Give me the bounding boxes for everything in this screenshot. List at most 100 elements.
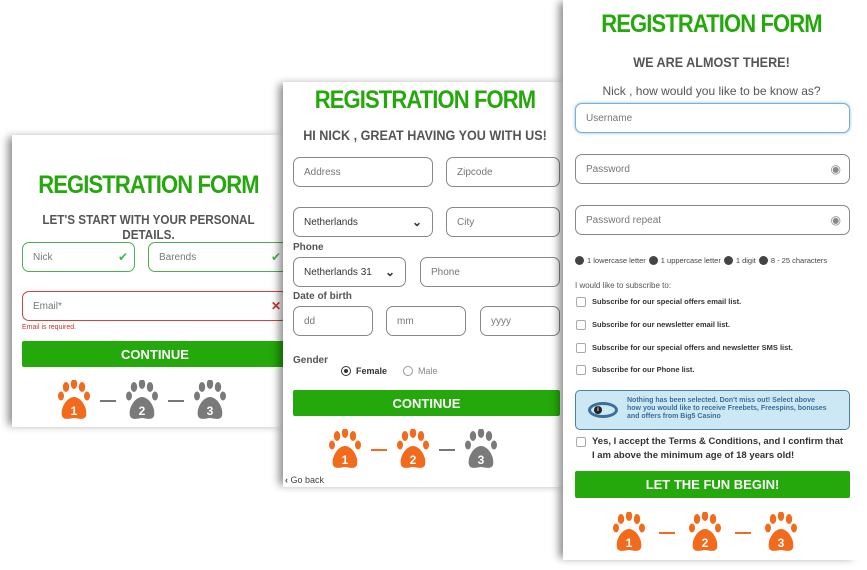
rule-dot-icon	[723, 256, 733, 265]
gender-label: Gender	[293, 355, 329, 366]
svg-text:3: 3	[478, 453, 485, 467]
svg-text:1: 1	[71, 404, 78, 418]
subtitle: LET'S START WITH YOUR PERSONAL DETAILS.	[42, 212, 255, 242]
paw-step-3-icon: 3	[194, 380, 226, 419]
dob-month-input[interactable]: mm	[386, 306, 466, 336]
paw-step-2-icon: 2	[689, 512, 721, 551]
subscribe-newsletter-checkbox[interactable]	[576, 320, 586, 330]
step-connector	[168, 400, 184, 402]
rule-uppercase: 1 uppercase letter	[660, 256, 721, 265]
submit-button[interactable]: LET THE FUN BEGIN!	[575, 471, 850, 498]
svg-text:1: 1	[626, 536, 633, 550]
subscribe-newsletter-label: Subscribe for our newsletter email list.	[592, 320, 730, 329]
eye-icon[interactable]: ◉	[831, 162, 841, 176]
month-placeholder: mm	[397, 315, 414, 327]
chevron-down-icon: ⌄	[384, 265, 395, 279]
radio-checked-icon	[341, 366, 351, 376]
svg-text:2: 2	[139, 404, 146, 418]
svg-text:1: 1	[342, 453, 349, 467]
password-input[interactable]: Password ◉	[575, 154, 850, 184]
subscribe-email-label: Subscribe for our special offers email l…	[592, 297, 742, 306]
subscribe-sms-checkbox[interactable]	[576, 343, 586, 353]
female-label: Female	[356, 366, 388, 376]
zipcode-input[interactable]: Zipcode	[446, 157, 560, 187]
subtitle: HI NICK , GREAT HAVING YOU WITH US!	[303, 127, 547, 143]
notice-box: i Nothing has been selected. Don't miss …	[575, 390, 850, 430]
username-prompt: Nick , how would you like to be know as?	[602, 84, 821, 98]
check-icon: ✔	[117, 250, 128, 264]
first-name-input[interactable]: Nick ✔	[22, 242, 135, 272]
step-connector	[439, 449, 455, 451]
step-indicator: 1 2 3	[56, 380, 228, 422]
continue-button[interactable]: CONTINUE	[22, 341, 288, 367]
notice-text: Nothing has been selected. Don't miss ou…	[627, 397, 827, 420]
rule-lowercase: 1 lowercase letter	[587, 256, 646, 265]
city-input[interactable]: City	[446, 207, 560, 237]
email-placeholder: Email*	[33, 300, 62, 312]
page-title: REGISTRATION FORM	[38, 171, 259, 199]
svg-text:3: 3	[778, 536, 785, 550]
svg-text:3: 3	[207, 404, 214, 418]
terms-label: Yes, I accept the Terms & Conditions, an…	[592, 436, 844, 461]
phone-code-value: Netherlands 31	[304, 266, 372, 278]
email-error: Email is required.	[22, 324, 77, 331]
step1-panel: REGISTRATION FORM LET'S START WITH YOUR …	[12, 135, 288, 427]
rule-length: 8 - 25 characters	[770, 256, 828, 265]
rule-dot-icon	[575, 256, 584, 265]
password-repeat-placeholder: Password repeat	[586, 214, 662, 226]
gender-male-radio[interactable]: Male	[403, 366, 438, 376]
last-name-value: Barends	[159, 251, 197, 263]
day-placeholder: dd	[304, 315, 316, 327]
subscribe-sms-label: Subscribe for our special offers and new…	[592, 343, 793, 352]
password-rules: 1 lowercase letter 1 uppercase letter 1 …	[575, 256, 827, 265]
go-back-label: Go back	[290, 475, 325, 485]
subtitle: WE ARE ALMOST THERE!	[633, 54, 790, 70]
password-placeholder: Password	[586, 163, 630, 175]
phone-input[interactable]: Phone	[420, 257, 560, 287]
step2-panel: REGISTRATION FORM HI NICK , GREAT HAVING…	[283, 82, 567, 487]
paw-step-3-icon: 3	[465, 429, 497, 468]
paw-step-1-icon: 1	[329, 429, 361, 468]
password-repeat-input[interactable]: Password repeat ◉	[575, 205, 850, 235]
info-icon: i	[588, 402, 618, 418]
first-name-value: Nick	[33, 251, 53, 263]
continue-button[interactable]: CONTINUE	[293, 390, 560, 416]
rule-dot-icon	[648, 256, 658, 265]
step-connector	[371, 449, 387, 451]
page-title: REGISTRATION FORM	[601, 10, 822, 38]
phone-code-select[interactable]: Netherlands 31 ⌄	[293, 257, 406, 287]
svg-text:2: 2	[410, 453, 417, 467]
paw-step-1-icon: 1	[613, 512, 645, 551]
paw-step-2-icon: 2	[126, 380, 158, 419]
username-input[interactable]: Username	[575, 103, 850, 133]
terms-checkbox[interactable]	[576, 437, 586, 447]
subscribe-phone-checkbox[interactable]	[576, 365, 586, 375]
year-placeholder: yyyy	[491, 315, 511, 327]
subscribe-label: I would like to subscribe to:	[575, 281, 672, 290]
step-connector	[735, 532, 751, 534]
go-back-link[interactable]: ‹ Go back	[285, 475, 324, 485]
paw-step-3-icon: 3	[765, 512, 797, 551]
error-x-icon: ✕	[270, 299, 281, 313]
dob-label: Date of birth	[293, 291, 352, 302]
step-connector	[100, 400, 116, 402]
eye-icon[interactable]: ◉	[831, 213, 841, 227]
svg-text:2: 2	[702, 536, 709, 550]
last-name-input[interactable]: Barends ✔	[148, 242, 288, 272]
male-label: Male	[418, 366, 438, 376]
dob-day-input[interactable]: dd	[293, 306, 373, 336]
gender-female-radio[interactable]: Female	[341, 366, 387, 376]
phone-placeholder: Phone	[431, 266, 460, 278]
subscribe-phone-label: Subscribe for our Phone list.	[592, 365, 695, 374]
email-input[interactable]: Email* ✕	[22, 291, 288, 321]
country-select[interactable]: Netherlands ⌄	[293, 207, 433, 237]
dob-year-input[interactable]: yyyy	[480, 306, 560, 336]
step-indicator: 1 2 3	[611, 512, 799, 554]
address-input[interactable]: Address	[293, 157, 433, 187]
country-value: Netherlands	[304, 216, 358, 228]
subscribe-email-checkbox[interactable]	[576, 297, 586, 307]
chevron-down-icon: ⌄	[411, 215, 422, 229]
username-placeholder: Username	[586, 112, 633, 124]
phone-label: Phone	[293, 242, 324, 253]
page-title: REGISTRATION FORM	[314, 86, 536, 114]
